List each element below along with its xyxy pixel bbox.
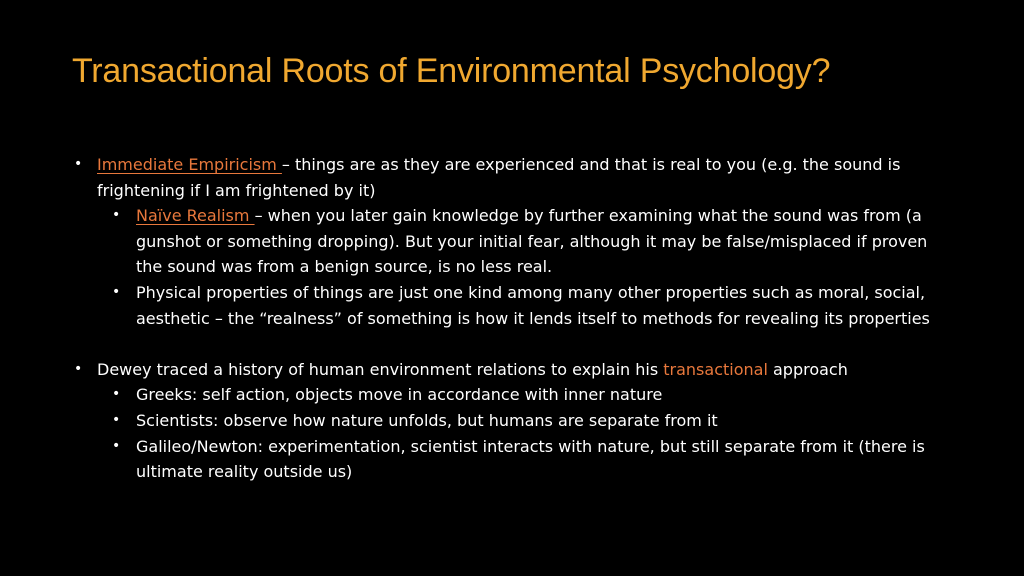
dewey-text-before: Dewey traced a history of human environm… bbox=[97, 359, 664, 379]
sub-bullet-scientists: • Scientists: observe how nature unfolds… bbox=[72, 408, 952, 434]
sub-bullet-physical-properties: • Physical properties of things are just… bbox=[72, 280, 952, 331]
bullet-glyph: • bbox=[74, 156, 83, 172]
bullet-glyph: • bbox=[112, 207, 121, 224]
bullet-glyph: • bbox=[112, 283, 121, 300]
greeks-text: Greeks: self action, objects move in acc… bbox=[136, 385, 663, 405]
dewey-text-after: approach bbox=[767, 359, 848, 379]
scientists-text: Scientists: observe how nature unfolds, … bbox=[136, 410, 718, 430]
sub-bullet-greeks: • Greeks: self action, objects move in a… bbox=[72, 382, 952, 408]
bullet-glyph: • bbox=[112, 411, 121, 428]
naive-realism-link[interactable]: Naïve Realism bbox=[136, 206, 255, 225]
sub-bullet-galileo-newton: • Galileo/Newton: experimentation, scien… bbox=[72, 434, 952, 485]
slide-title: Transactional Roots of Environmental Psy… bbox=[72, 52, 831, 90]
immediate-empiricism-link[interactable]: Immediate Empiricism bbox=[97, 155, 282, 174]
bullet-glyph: • bbox=[112, 386, 121, 403]
bullet-glyph: • bbox=[112, 437, 121, 454]
sub-bullet-naive-realism: • Naïve Realism – when you later gain kn… bbox=[72, 203, 952, 280]
bullet-glyph: • bbox=[74, 360, 83, 377]
slide-body: • Immediate Empiricism – things are as t… bbox=[72, 152, 952, 485]
galileo-newton-text: Galileo/Newton: experimentation, scienti… bbox=[136, 436, 925, 482]
naive-realism-text: – when you later gain knowledge by furth… bbox=[136, 206, 928, 277]
physical-properties-text: Physical properties of things are just o… bbox=[136, 282, 930, 328]
transactional-keyword: transactional bbox=[663, 359, 768, 379]
slide: Transactional Roots of Environmental Psy… bbox=[0, 0, 1024, 576]
bullet-dewey: • Dewey traced a history of human enviro… bbox=[72, 357, 952, 383]
bullet-immediate-empiricism: • Immediate Empiricism – things are as t… bbox=[72, 152, 952, 203]
